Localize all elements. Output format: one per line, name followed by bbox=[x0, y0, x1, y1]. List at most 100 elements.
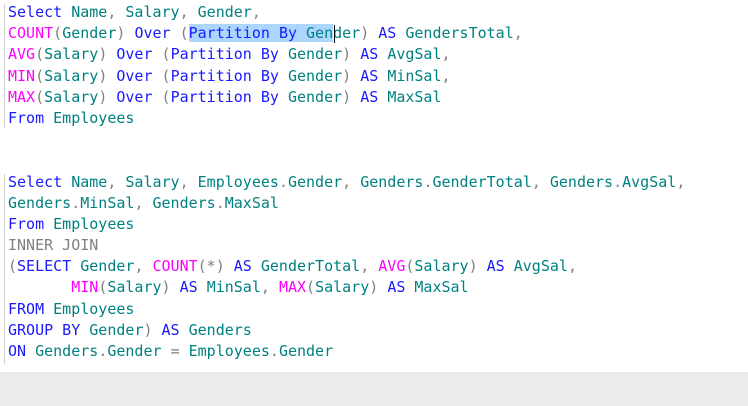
code-token: AS bbox=[378, 24, 397, 43]
code-line[interactable]: Genders.MinSal, Genders.MaxSal bbox=[8, 193, 748, 214]
code-line[interactable]: INNER JOIN bbox=[8, 235, 748, 256]
code-token: Gender bbox=[287, 87, 343, 106]
code-token: ) bbox=[342, 87, 352, 106]
code-token: Employees bbox=[53, 108, 135, 127]
code-token: INNER JOIN bbox=[8, 236, 99, 255]
code-token: ) bbox=[342, 66, 352, 85]
code-token: MinSal bbox=[387, 66, 442, 85]
code-token: MaxSal bbox=[414, 278, 469, 297]
code-token: Gender bbox=[62, 24, 117, 43]
code-token: From bbox=[8, 214, 45, 233]
code-token: By bbox=[260, 45, 279, 64]
code-area[interactable]: Select Name, Salary, Gender, COUNT(Gender… bbox=[8, 2, 748, 362]
code-token: GROUP BY bbox=[8, 320, 81, 339]
code-token: By bbox=[260, 66, 279, 85]
code-token: ) bbox=[161, 278, 171, 297]
selected-token bbox=[269, 24, 279, 43]
code-token: Select bbox=[8, 172, 63, 191]
code-token: = bbox=[170, 342, 180, 360]
code-token: ) bbox=[468, 257, 478, 276]
code-line[interactable]: FROM Employees bbox=[8, 299, 748, 320]
code-line[interactable]: From Employees bbox=[8, 108, 748, 129]
code-token: From bbox=[8, 108, 45, 127]
code-token: Genders bbox=[549, 172, 614, 191]
query-block-marker bbox=[4, 174, 5, 364]
code-token: Gender bbox=[80, 257, 135, 276]
code-line[interactable]: AVG(Salary) Over (Partition By Gender) A… bbox=[8, 44, 748, 65]
text-cursor bbox=[334, 25, 335, 43]
code-line[interactable]: From Employees bbox=[8, 214, 748, 235]
code-line[interactable] bbox=[8, 150, 748, 171]
code-line[interactable]: ON Genders.Gender = Employees.Gender bbox=[8, 341, 748, 362]
code-token: ( bbox=[35, 66, 45, 85]
code-token: FROM bbox=[8, 299, 45, 318]
code-line[interactable]: GROUP BY Gender) AS Genders bbox=[8, 320, 748, 341]
code-token: Genders bbox=[8, 193, 72, 212]
code-line[interactable]: MAX(Salary) Over (Partition By Gender) A… bbox=[8, 87, 748, 108]
code-token: ( bbox=[161, 87, 171, 106]
code-token: Gender bbox=[107, 342, 162, 360]
code-token: AS bbox=[161, 320, 180, 339]
code-token: MaxSal bbox=[387, 87, 442, 106]
query-block-marker bbox=[4, 4, 5, 128]
code-token: Salary bbox=[414, 257, 469, 276]
code-line[interactable]: MIN(Salary) Over (Partition By Gender) A… bbox=[8, 66, 748, 87]
code-token: AS bbox=[360, 45, 379, 64]
code-token: Gender bbox=[287, 45, 343, 64]
code-token: ) bbox=[342, 45, 352, 64]
code-token: MinSal bbox=[80, 193, 135, 212]
code-token: Salary bbox=[44, 45, 99, 64]
code-token: ( bbox=[179, 24, 189, 43]
code-token: MAX bbox=[278, 278, 307, 297]
selected-token: Gen bbox=[306, 24, 334, 43]
code-line[interactable]: Select Name, Salary, Gender, bbox=[8, 2, 748, 23]
code-token: der bbox=[333, 24, 361, 43]
sql-query-editor[interactable]: Select Name, Salary, Gender, COUNT(Gender… bbox=[0, 0, 748, 372]
code-token: Salary bbox=[125, 172, 180, 191]
code-line[interactable]: COUNT(Gender) Over (Partition By Gender)… bbox=[8, 23, 748, 44]
code-line[interactable]: Select Name, Salary, Employees.Gender, G… bbox=[8, 172, 748, 193]
code-line[interactable]: MIN(Salary) AS MinSal, MAX(Salary) AS Ma… bbox=[8, 277, 748, 298]
code-token: AvgSal bbox=[622, 172, 677, 191]
code-token: ( bbox=[8, 257, 18, 276]
selected-token: Partition bbox=[188, 24, 270, 43]
code-token: Genders bbox=[360, 172, 424, 191]
code-token: AvgSal bbox=[513, 257, 568, 276]
code-token: GendersTotal bbox=[405, 24, 514, 43]
code-token: MinSal bbox=[206, 278, 261, 297]
code-line[interactable] bbox=[8, 129, 748, 150]
code-token: AS bbox=[360, 87, 379, 106]
code-token: GenderTotal bbox=[432, 172, 532, 191]
code-token: Gender bbox=[278, 342, 334, 360]
code-line[interactable]: (SELECT Gender, COUNT(*) AS GenderTotal,… bbox=[8, 256, 748, 277]
code-token: , bbox=[360, 257, 370, 276]
code-token: ) bbox=[369, 278, 379, 297]
code-token: Name bbox=[71, 3, 108, 21]
code-token: AS bbox=[360, 66, 379, 85]
code-token: ) bbox=[143, 320, 153, 339]
code-token: ( bbox=[53, 24, 63, 43]
code-token: AS bbox=[387, 278, 406, 297]
